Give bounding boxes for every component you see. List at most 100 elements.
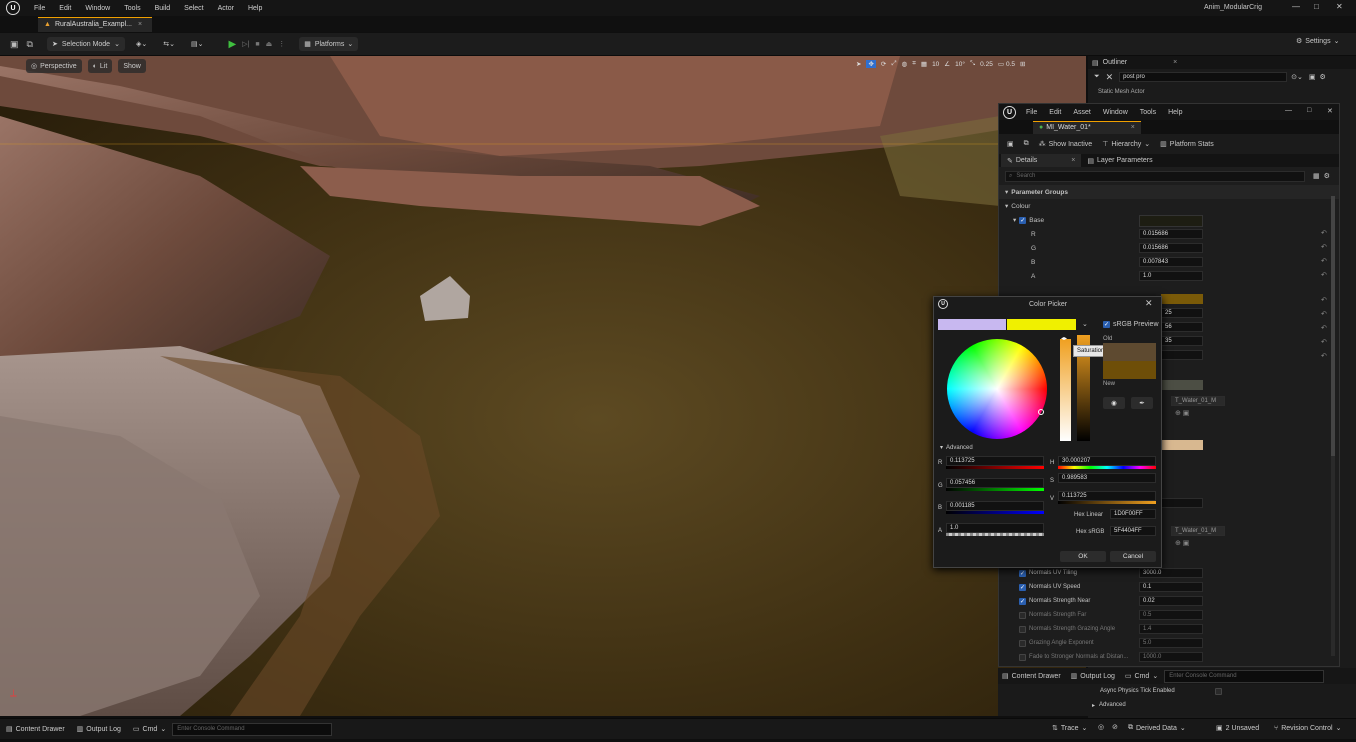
scale-icon[interactable]: ⤢ — [891, 60, 896, 68]
menu-actor[interactable]: Actor — [218, 5, 234, 12]
show-inactive-button[interactable]: ⁂ Show Inactive — [1039, 140, 1093, 149]
table-view-icon[interactable]: ▦ — [1313, 172, 1320, 180]
save-icon[interactable]: ▣ — [1007, 140, 1014, 148]
g-field[interactable]: 0.057456 — [946, 478, 1044, 488]
b-gradient-bar[interactable] — [946, 511, 1044, 514]
param-value-field[interactable]: 0.02 — [1139, 596, 1203, 606]
menu-window[interactable]: Window — [85, 5, 110, 12]
param-enable-checkbox[interactable] — [1019, 625, 1026, 633]
surface-snap-icon[interactable]: ⌗ — [912, 60, 916, 68]
reset-icon[interactable]: ↶ — [1321, 324, 1327, 332]
r-gradient-bar[interactable] — [946, 466, 1044, 469]
advanced-section-header[interactable]: ▾ Advanced — [940, 444, 973, 452]
param-enable-checkbox[interactable]: ✓ — [1019, 597, 1026, 605]
partial-field-5[interactable] — [1161, 498, 1203, 508]
picker-close-icon[interactable]: ✕ — [1145, 298, 1153, 309]
param-value-field[interactable]: 5.0 — [1139, 638, 1203, 648]
platform-stats-button[interactable]: ▥ Platform Stats — [1160, 140, 1214, 149]
param-value-field[interactable]: 1.4 — [1139, 624, 1203, 634]
color-wheel-selector[interactable] — [1038, 409, 1044, 415]
texture-b-browse-icon[interactable]: ⊕ ▣ — [1175, 539, 1189, 547]
mat-menu-tools[interactable]: Tools — [1140, 109, 1156, 116]
add-actor-icon[interactable]: ◈⌄ — [131, 37, 152, 51]
partial-field-3[interactable]: 35 — [1161, 336, 1203, 346]
v-gradient-bar[interactable] — [1058, 501, 1156, 504]
param-enable-checkbox[interactable]: ✓ — [1019, 569, 1026, 577]
mat-menu-asset[interactable]: Asset — [1073, 109, 1091, 116]
menu-file[interactable]: File — [34, 5, 45, 12]
browse-icon[interactable]: ⧉ — [1024, 140, 1029, 148]
grid-snap-value[interactable]: 10 — [932, 61, 939, 68]
source-control-icon[interactable]: ⊘ — [1112, 723, 1118, 731]
cmd-dropdown[interactable]: ▭ Cmd ⌄ — [133, 725, 166, 734]
translate-icon[interactable]: ✥ — [866, 60, 876, 68]
base-checkbox[interactable]: ✓ — [1019, 216, 1027, 224]
reset-icon[interactable]: ↶ — [1321, 243, 1327, 251]
async-physics-checkbox[interactable] — [1214, 687, 1222, 695]
param-value-field[interactable]: 3000.0 — [1139, 568, 1203, 578]
blueprint-icon[interactable]: ⇆⌄ — [158, 37, 180, 51]
param-value-field[interactable]: 0.5 — [1139, 610, 1203, 620]
maximize-viewport-icon[interactable]: ⊞ — [1020, 60, 1025, 68]
color-wheel[interactable] — [947, 339, 1047, 439]
save-icon[interactable]: ▣ — [10, 39, 19, 50]
h-field[interactable]: 30.000207 — [1058, 456, 1156, 466]
material-tab-close-icon[interactable]: × — [1131, 124, 1135, 131]
unreal-logo-icon[interactable]: U — [1003, 105, 1016, 119]
skip-icon[interactable]: ▷| — [242, 40, 249, 48]
network-icon[interactable]: ◎ — [1098, 723, 1104, 731]
console-input[interactable]: Enter Console Command — [172, 722, 333, 736]
clear-search-icon[interactable]: ✕ — [1106, 72, 1114, 83]
console-input[interactable]: Enter Console Command — [1164, 669, 1325, 683]
slider-handle-icon[interactable]: ◂▸ — [1061, 335, 1067, 342]
menu-help[interactable]: Help — [248, 5, 262, 12]
chevron-down-icon[interactable]: ⌄ — [1082, 320, 1088, 328]
details-search-input[interactable]: ⌕ Search — [1005, 170, 1305, 182]
base-b-field[interactable]: 0.007843 — [1139, 257, 1203, 267]
base-r-field[interactable]: 0.015686 — [1139, 229, 1203, 239]
level-viewport[interactable]: ◎ Perspective ◐ Lit Show ➤ ✥ ⟳ ⤢ ◍ ⌗ ▦ 1… — [0, 56, 1086, 716]
perspective-button[interactable]: ◎ Perspective — [26, 59, 82, 73]
hex-linear-field[interactable]: 1D0F00FF — [1110, 509, 1156, 519]
details-settings-icon[interactable]: ⚙ — [1324, 172, 1330, 180]
rotate-icon[interactable]: ⟳ — [881, 60, 886, 68]
colour-swatch-partial[interactable] — [1161, 294, 1203, 304]
partial-field-2[interactable]: 56 — [1161, 322, 1203, 332]
colour-group[interactable]: ▾ Colour — [999, 199, 1339, 213]
base-a-field[interactable]: 1.0 — [1139, 271, 1203, 281]
param-value-field[interactable]: 1000.0 — [1139, 652, 1203, 662]
unreal-logo-icon[interactable]: U — [6, 1, 20, 15]
menu-edit[interactable]: Edit — [59, 5, 71, 12]
content-browser-icon[interactable]: ⧉ — [27, 39, 33, 50]
revision-control-dropdown[interactable]: ⑂ Revision Control ⌄ — [1274, 724, 1341, 733]
unsaved-button[interactable]: ▣ 2 Unsaved — [1216, 724, 1259, 733]
menu-build[interactable]: Build — [155, 5, 171, 12]
rotation-snap-value[interactable]: 10° — [955, 61, 965, 68]
reset-icon[interactable]: ↶ — [1321, 229, 1327, 237]
reset-icon[interactable]: ↶ — [1321, 296, 1327, 304]
scale-snap-icon[interactable]: ⤡ — [970, 60, 975, 68]
output-log-button[interactable]: ▥ Output Log — [77, 725, 121, 734]
mat-menu-file[interactable]: File — [1026, 109, 1037, 116]
color-wheel-mode-button[interactable]: ◉ — [1103, 397, 1125, 409]
base-color-swatch[interactable] — [1139, 215, 1203, 227]
selection-mode-dropdown[interactable]: ➤ Selection Mode ⌄ — [46, 37, 125, 51]
view-options-icon[interactable]: ⊙⌄ — [1291, 73, 1303, 81]
minimize-button[interactable]: — — [1292, 2, 1300, 11]
trace-dropdown[interactable]: ⇅ Trace ⌄ — [1052, 724, 1087, 733]
mat-maximize-button[interactable]: □ — [1307, 107, 1311, 114]
g-gradient-bar[interactable] — [946, 488, 1044, 491]
mat-close-button[interactable]: ✕ — [1327, 107, 1333, 115]
cancel-button[interactable]: Cancel — [1110, 551, 1156, 562]
content-drawer-button[interactable]: ▤ Content Drawer — [6, 725, 65, 734]
reset-icon[interactable]: ↶ — [1321, 310, 1327, 318]
select-mode-icon[interactable]: ➤ — [856, 60, 861, 68]
stop-icon[interactable]: ■ — [255, 41, 259, 48]
saturation-slider[interactable] — [1060, 339, 1071, 441]
eyedropper-button[interactable]: ✒ — [1131, 397, 1153, 409]
menu-tools[interactable]: Tools — [124, 5, 140, 12]
output-log-button[interactable]: ▥ Output Log — [1071, 672, 1115, 681]
param-enable-checkbox[interactable]: ✓ — [1019, 583, 1026, 591]
param-groups-header[interactable]: ▾ Parameter Groups — [999, 185, 1339, 199]
platforms-dropdown[interactable]: ▦ Platforms ⌄ — [299, 37, 359, 51]
